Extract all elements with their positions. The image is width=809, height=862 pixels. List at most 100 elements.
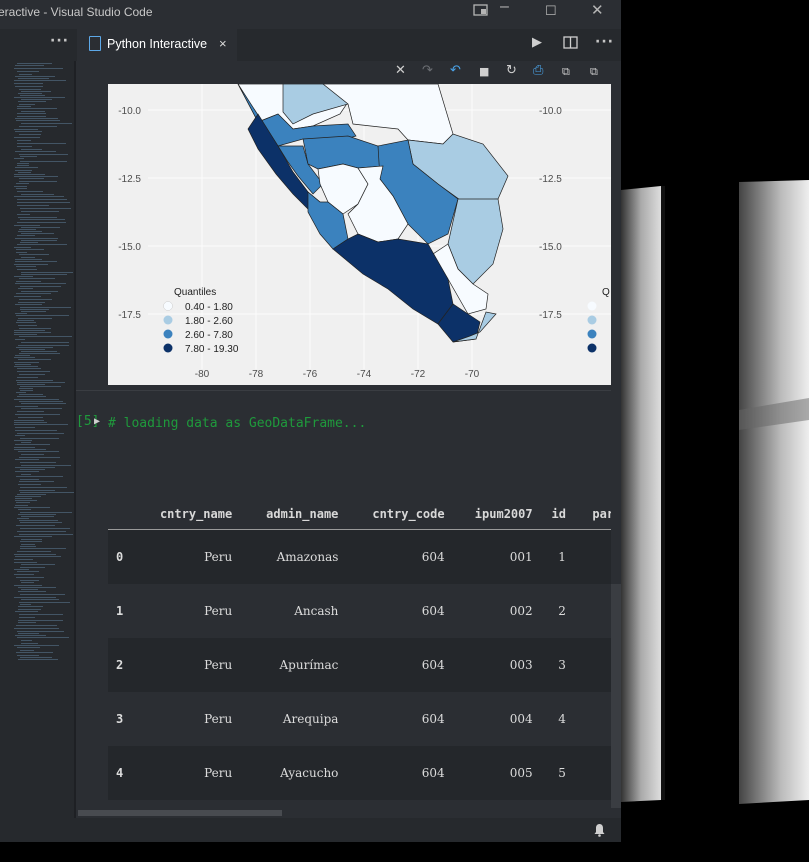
minimap-line (14, 186, 27, 187)
minimap-line (14, 276, 33, 277)
close-tab-icon[interactable]: × (219, 36, 227, 51)
more-actions-icon[interactable]: ··· (50, 33, 69, 49)
legend-swatch-right (587, 315, 597, 325)
minimap-line (17, 637, 69, 638)
table-row: 1PeruAncash6040022604Ancash (108, 584, 611, 638)
minimap-line (17, 143, 66, 144)
minimap-line (21, 539, 42, 540)
minimap-line (17, 655, 39, 656)
restart-icon[interactable]: ↻ (506, 63, 517, 78)
minimap-line (17, 647, 40, 648)
minimap-line (16, 281, 41, 282)
redo-icon[interactable]: ↷ (422, 63, 433, 78)
minimap-line (14, 97, 65, 98)
minimap-line (15, 238, 58, 239)
minimap-line (21, 272, 73, 273)
minimap-line (16, 315, 69, 316)
scroll-thumb[interactable] (611, 584, 621, 814)
minimap-line (14, 422, 47, 423)
table-cell: 604 (571, 638, 611, 692)
minimap-line (15, 414, 60, 415)
x-tick: -80 (195, 369, 210, 380)
maximize-icon[interactable]: ☐ (545, 3, 557, 19)
vertical-scrollbar[interactable] (611, 84, 621, 818)
expand-all-icon[interactable]: ⧉ (562, 65, 570, 79)
collapse-all-icon[interactable]: ⧉ (590, 65, 598, 79)
legend-swatch-right (587, 329, 597, 339)
minimap-line (20, 469, 45, 470)
cell-code[interactable]: # loading data as GeoDataFrame... (108, 416, 366, 431)
tab-python-interactive[interactable]: Python Interactive × (77, 29, 237, 61)
minimize-icon[interactable]: – (500, 0, 509, 16)
minimap-line (18, 288, 33, 289)
column-header: id (538, 452, 572, 530)
notifications-bell-icon[interactable] (593, 822, 606, 837)
minimap-line (14, 158, 24, 159)
minimap-line (20, 650, 34, 651)
column-header: ipum2007 (450, 452, 539, 530)
minimap-line (17, 116, 46, 117)
minimap-line (20, 594, 65, 595)
minimap-line (19, 490, 55, 491)
window-title: iteractive - Visual Studio Code (0, 5, 153, 19)
minimap-line (20, 548, 66, 549)
minimap-line (21, 599, 59, 600)
x-tick: -72 (411, 369, 426, 380)
minimap-line (15, 339, 25, 340)
minimap-line (17, 63, 52, 64)
minimap-line (17, 631, 64, 632)
minimap-line (17, 433, 64, 434)
undo-icon[interactable]: ↶ (450, 63, 461, 78)
close-window-icon[interactable]: ✕ (591, 1, 604, 19)
minimap-line (16, 652, 53, 653)
minimap-line (20, 161, 67, 162)
minimap-line (17, 199, 67, 200)
minimap-line (14, 559, 33, 560)
minimap-line (20, 286, 61, 287)
minimap-line (20, 242, 38, 243)
minimap-line (20, 528, 70, 529)
minimap-line (14, 628, 59, 629)
minimap-line (16, 577, 44, 578)
save-icon[interactable]: ⎙ (533, 63, 543, 78)
table-row: 4PeruAyacucho6040055604Ayacucho (108, 746, 611, 800)
run-icon[interactable]: ▶ (532, 35, 542, 50)
minimap-line (15, 505, 28, 506)
minimap-pane[interactable] (0, 61, 76, 818)
more-editor-actions-icon[interactable]: ··· (595, 34, 614, 50)
minimap-line (17, 531, 66, 532)
minimap-line (19, 617, 35, 618)
minimap-line (21, 227, 60, 228)
legend-swatch (163, 343, 173, 353)
minimap-line (18, 609, 41, 610)
clear-all-icon[interactable]: ✕ (395, 63, 406, 78)
table-cell: 3 (538, 638, 572, 692)
minimap-line (21, 351, 57, 352)
table-cell: 001 (450, 529, 539, 584)
peru-regions (237, 84, 509, 343)
minimap-line (17, 71, 39, 72)
minimap-line (18, 101, 46, 102)
column-header: cntry_name (132, 452, 239, 530)
horizontal-scrollbar[interactable] (76, 808, 621, 818)
file-icon (89, 36, 101, 51)
minimap-line (14, 137, 40, 138)
y-tick: -17.5 (118, 310, 141, 321)
minimap-line (21, 311, 46, 312)
minimap-line (21, 643, 38, 644)
minimap-line (20, 95, 45, 96)
minimap-line (15, 76, 55, 77)
minimap-line (14, 247, 31, 248)
expand-cell-icon[interactable]: ▶ (94, 416, 100, 427)
layout-icon[interactable] (473, 3, 489, 20)
title-bar: iteractive - Visual Studio Code – ☐ ✕ (0, 0, 621, 24)
minimap-line (16, 252, 27, 253)
y-tick-right: -12.5 (539, 174, 562, 185)
split-editor-icon[interactable] (563, 36, 578, 53)
minimap-line (21, 589, 38, 590)
table-cell: Ancash (294, 604, 339, 618)
minimap-line (20, 492, 74, 493)
interrupt-icon[interactable]: ■ (479, 65, 489, 78)
minimap-line (15, 471, 39, 472)
scroll-thumb[interactable] (78, 810, 282, 816)
